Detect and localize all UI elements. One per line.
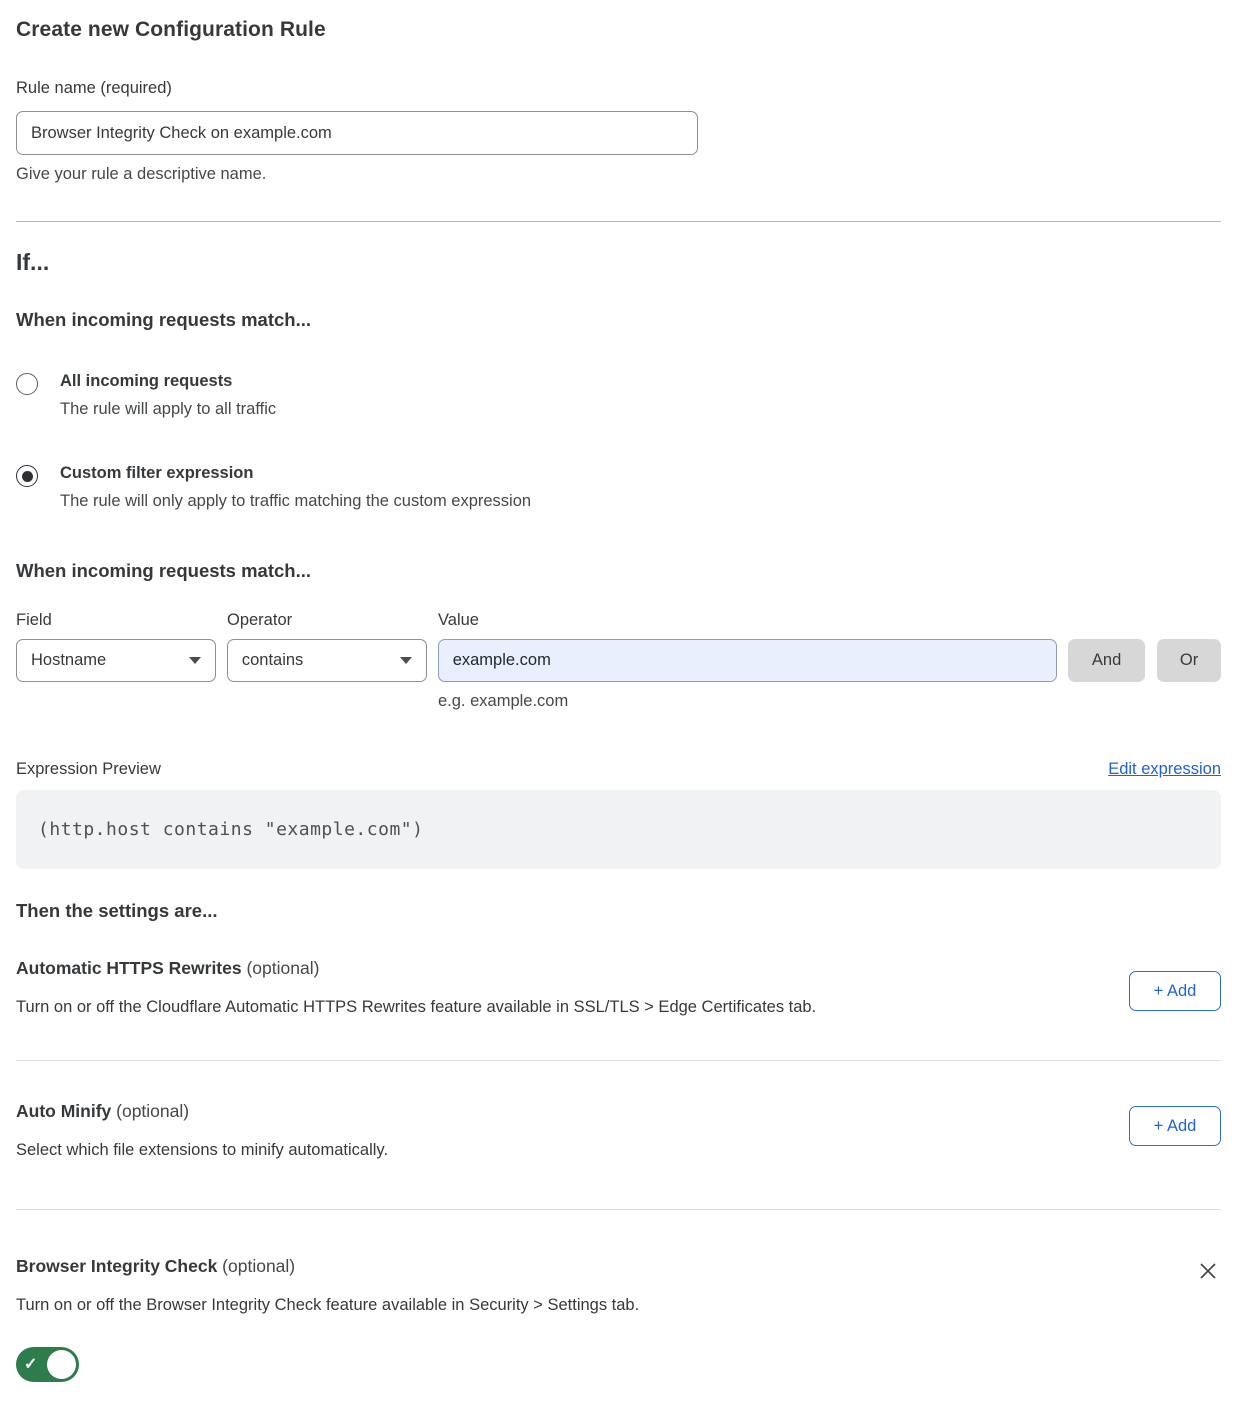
field-select[interactable]: Hostname (16, 639, 216, 682)
or-button[interactable]: Or (1157, 639, 1221, 682)
setting-description: Select which file extensions to minify a… (16, 1141, 388, 1160)
section-divider (16, 1060, 1221, 1061)
rule-name-label: Rule name (required) (16, 79, 1221, 98)
chevron-down-icon (189, 657, 201, 664)
radio-all-incoming-requests[interactable]: All incoming requests The rule will appl… (16, 372, 1221, 419)
optional-tag: (optional) (217, 1256, 295, 1276)
setting-browser-integrity-check: Browser Integrity Check (optional) Turn … (16, 1256, 1221, 1382)
operator-select[interactable]: contains (227, 639, 427, 682)
toggle-knob[interactable] (47, 1350, 76, 1379)
operator-label: Operator (227, 611, 438, 630)
radio-icon-selected[interactable] (16, 465, 38, 487)
setting-title: Automatic HTTPS Rewrites (optional) (16, 958, 816, 979)
builder-labels: Field Operator Value (16, 611, 1221, 630)
value-input[interactable] (438, 639, 1057, 682)
and-button[interactable]: And (1068, 639, 1145, 682)
value-label: Value (438, 611, 479, 630)
create-configuration-rule-form: Create new Configuration Rule Rule name … (0, 0, 1237, 1422)
section-divider (16, 1209, 1221, 1210)
setting-title: Browser Integrity Check (optional) (16, 1256, 639, 1277)
value-helper: e.g. example.com (438, 692, 1221, 711)
optional-tag: (optional) (111, 1101, 189, 1121)
add-auto-minify-button[interactable]: + Add (1129, 1106, 1221, 1146)
radio-custom-filter-expression[interactable]: Custom filter expression The rule will o… (16, 464, 1221, 511)
match-heading: When incoming requests match... (16, 309, 1221, 331)
edit-expression-link[interactable]: Edit expression (1108, 760, 1221, 779)
radio-description: The rule will apply to all traffic (60, 400, 276, 419)
close-icon (1197, 1260, 1219, 1282)
add-automatic-https-rewrites-button[interactable]: + Add (1129, 971, 1221, 1011)
radio-label: All incoming requests (60, 372, 276, 391)
page-title: Create new Configuration Rule (16, 14, 1221, 42)
setting-description: Turn on or off the Browser Integrity Che… (16, 1296, 639, 1315)
field-label: Field (16, 611, 227, 630)
optional-tag: (optional) (242, 958, 320, 978)
setting-auto-minify: Auto Minify (optional) Select which file… (16, 1101, 1221, 1160)
setting-description: Turn on or off the Cloudflare Automatic … (16, 998, 816, 1017)
builder-heading: When incoming requests match... (16, 560, 1221, 582)
field-select-value: Hostname (31, 651, 106, 670)
rule-name-input[interactable] (16, 111, 698, 155)
chevron-down-icon (400, 657, 412, 664)
expression-preview-label: Expression Preview (16, 760, 161, 779)
section-divider (16, 221, 1221, 222)
radio-label: Custom filter expression (60, 464, 531, 483)
rule-name-helper: Give your rule a descriptive name. (16, 165, 1221, 184)
check-icon: ✓ (24, 1357, 37, 1373)
then-settings-heading: Then the settings are... (16, 900, 1221, 922)
operator-select-value: contains (242, 651, 303, 670)
setting-title: Auto Minify (optional) (16, 1101, 388, 1122)
radio-icon[interactable] (16, 373, 38, 395)
setting-automatic-https-rewrites: Automatic HTTPS Rewrites (optional) Turn… (16, 958, 1221, 1017)
close-button[interactable] (1195, 1258, 1221, 1284)
radio-description: The rule will only apply to traffic matc… (60, 492, 531, 511)
expression-preview-code: (http.host contains "example.com") (16, 790, 1221, 869)
builder-row: Hostname contains And Or (16, 639, 1221, 682)
if-heading: If... (16, 249, 1221, 276)
